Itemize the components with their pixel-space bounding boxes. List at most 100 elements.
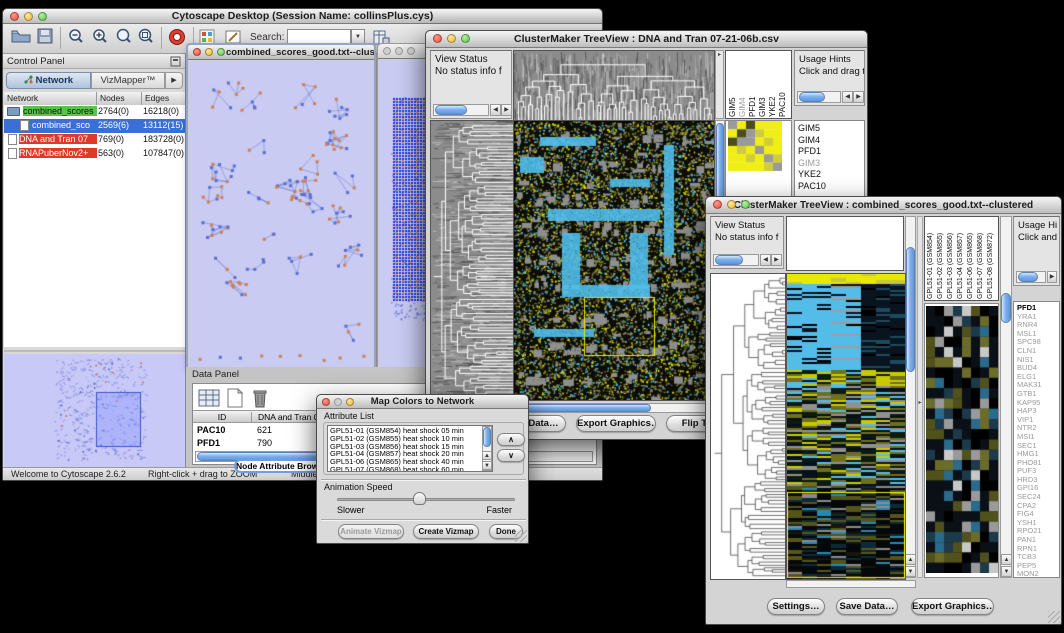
scroll-down-arrow[interactable]: ▼ [905, 566, 916, 577]
column-label[interactable]: GIM5 [728, 53, 737, 117]
selected-submatrix[interactable] [926, 306, 998, 573]
zoom-fit-icon[interactable] [137, 28, 155, 51]
row-dendrogram[interactable] [430, 120, 514, 401]
gene-label[interactable]: GIM4 [798, 135, 864, 147]
scroll-right-arrow[interactable]: ▶ [1047, 271, 1057, 283]
scroll-down-arrow[interactable]: ▼ [482, 461, 492, 470]
export-graphics-button[interactable]: Export Graphics… [911, 598, 994, 615]
heatmap-v-scrollbar[interactable]: ▲ ▼ [905, 216, 916, 578]
column-label[interactable]: GPL51-04 (GSM857) [957, 218, 967, 299]
close-button[interactable] [383, 47, 391, 55]
usage-hints-h-scrollbar[interactable] [1016, 271, 1046, 283]
help-lifebuoy-icon[interactable] [168, 28, 186, 51]
row-dendrogram[interactable] [710, 273, 786, 580]
gene-label[interactable]: SEC1 [1017, 442, 1059, 451]
move-up-button[interactable]: ∧ [497, 433, 525, 446]
gene-label[interactable]: FIG4 [1017, 510, 1059, 519]
gene-label[interactable]: CPA2 [1017, 502, 1059, 511]
column-label[interactable]: GPL51-03 (GSM856) [947, 218, 957, 299]
gene-list-v-scrollbar[interactable]: ▲ ▼ [1000, 216, 1012, 578]
minimize-button[interactable] [334, 398, 342, 406]
gene-label[interactable]: NTR2 [1017, 424, 1059, 433]
minimize-button[interactable] [447, 34, 456, 43]
attribute-list-scrollbar[interactable]: ▲ ▼ [482, 426, 492, 471]
save-data-button[interactable]: Save Data… [836, 598, 898, 615]
column-dendrogram-area[interactable] [786, 216, 904, 271]
gene-label[interactable]: HAP3 [1017, 407, 1059, 416]
column-label[interactable]: PAC10 [778, 53, 787, 117]
gene-label[interactable]: YSH1 [1017, 519, 1059, 528]
treeview1-title-bar[interactable]: ClusterMaker TreeView : DNA and Tran 07-… [426, 31, 867, 48]
zoom-button[interactable] [217, 48, 225, 56]
gene-label[interactable]: SPC98 [1017, 338, 1059, 347]
data-row-value[interactable]: 621 [257, 425, 272, 435]
settings-button[interactable]: Settings… [767, 598, 825, 615]
gene-label[interactable]: MSI1 [1017, 433, 1059, 442]
float-panel-icon[interactable] [170, 56, 181, 70]
gene-label[interactable]: GPI16 [1017, 484, 1059, 493]
scroll-up-arrow[interactable]: ▲ [1001, 554, 1012, 565]
zoom-button[interactable] [461, 34, 470, 43]
scrollbar-thumb[interactable] [906, 247, 915, 372]
scrollbar-thumb[interactable] [515, 404, 651, 412]
column-label[interactable]: PFD1 [748, 53, 757, 117]
scroll-right-arrow[interactable]: ▶ [853, 91, 864, 103]
column-label[interactable]: GIM4 [738, 53, 747, 117]
gene-label[interactable]: PEP5 [1017, 562, 1059, 571]
close-button[interactable] [433, 34, 442, 43]
scrollbar-thumb[interactable] [715, 255, 743, 265]
splitter-strip[interactable]: ▸ [715, 50, 724, 119]
column-label[interactable]: GIM3 [758, 53, 767, 117]
column-label[interactable]: GPL51-07 (GSM868) [977, 218, 987, 299]
gene-label[interactable]: NIS1 [1017, 356, 1059, 365]
export-graphics-button[interactable]: Export Graphics… [576, 415, 656, 432]
gene-label[interactable]: GTB1 [1017, 390, 1059, 399]
zoom-out-icon[interactable] [67, 28, 85, 51]
column-header-edges[interactable]: Edges [142, 92, 185, 105]
gene-label[interactable]: SEC24 [1017, 493, 1059, 502]
splitter-strip[interactable]: ▸ [917, 216, 923, 578]
gene-label[interactable]: PAC10 [798, 181, 864, 193]
network-row-rnapuber[interactable]: RNAPuberNov2+ 563(0) 107847(0) [4, 147, 185, 161]
gene-label[interactable]: VIP1 [1017, 416, 1059, 425]
gene-label[interactable]: PFD1 [1017, 304, 1059, 313]
gene-label[interactable]: PFD1 [798, 146, 864, 158]
similarity-heatmap[interactable] [513, 120, 715, 401]
scrollbar-thumb[interactable] [435, 105, 467, 115]
heatmap-h-scrollbar[interactable] [786, 580, 916, 588]
network-view-title-bar[interactable]: combined_scores_good.txt--cluste... [188, 45, 374, 60]
gene-label[interactable]: MAK31 [1017, 381, 1059, 390]
data-row-id[interactable]: PAC10 [197, 425, 225, 435]
minimize-button[interactable] [395, 47, 403, 55]
heatmap-h-scrollbar[interactable] [513, 403, 715, 413]
usage-hints-h-scrollbar[interactable] [797, 91, 841, 103]
zoom-button[interactable] [741, 200, 750, 209]
scrollbar-thumb[interactable] [799, 92, 825, 102]
gene-label[interactable]: RPO21 [1017, 527, 1059, 536]
move-down-button[interactable]: ∨ [497, 449, 525, 462]
network-overview[interactable] [4, 350, 185, 465]
scroll-left-arrow[interactable]: ◀ [842, 91, 853, 103]
scroll-up-arrow[interactable]: ▲ [905, 554, 916, 565]
tab-node-attribute-browser[interactable]: Node Attribute Browser [234, 459, 328, 473]
dialog-title-bar[interactable]: Map Colors to Network [317, 395, 528, 409]
data-row-value[interactable]: 790 [257, 438, 272, 448]
zoom-button[interactable] [38, 12, 47, 21]
gene-label[interactable]: KAP95 [1017, 399, 1059, 408]
gene-label[interactable]: GIM5 [798, 123, 864, 135]
gene-label[interactable]: MSL1 [1017, 330, 1059, 339]
gene-label[interactable]: GIM3 [798, 158, 864, 170]
zoom-in-icon[interactable] [91, 28, 109, 51]
scrollbar-thumb[interactable] [483, 427, 491, 447]
gene-label[interactable]: PHO81 [1017, 459, 1059, 468]
column-label[interactable]: GPL51-08 (GSM872) [987, 218, 997, 299]
scrollbar-thumb[interactable] [1018, 272, 1038, 282]
column-header-id[interactable]: ID [193, 412, 251, 422]
column-header-nodes[interactable]: Nodes [97, 92, 142, 105]
column-label[interactable]: GPL51-02 (GSM855) [937, 218, 947, 299]
close-button[interactable] [713, 200, 722, 209]
column-header-network[interactable]: Network [4, 92, 97, 105]
column-dendrogram[interactable] [513, 50, 715, 121]
main-title-bar[interactable]: Cytoscape Desktop (Session Name: collins… [3, 9, 602, 24]
minimize-button[interactable] [205, 48, 213, 56]
